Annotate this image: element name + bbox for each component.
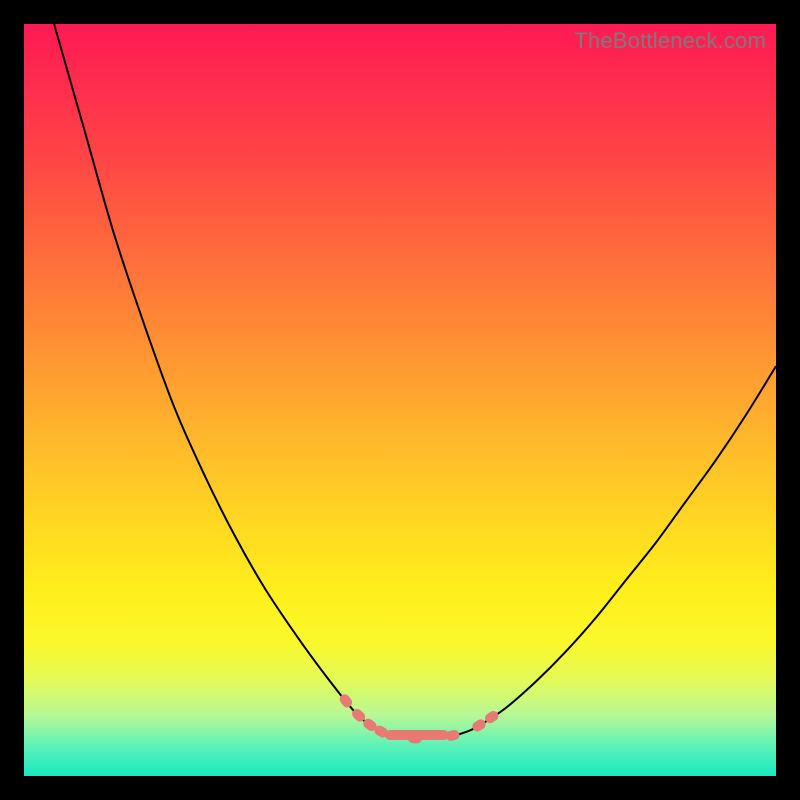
salmon-bottom-bar	[385, 730, 449, 740]
curve-svg	[24, 24, 776, 776]
salmon-dash	[470, 717, 487, 733]
chart-frame: TheBottleneck.com	[24, 24, 776, 776]
salmon-markers	[338, 692, 501, 744]
bottleneck-curve	[54, 24, 776, 739]
